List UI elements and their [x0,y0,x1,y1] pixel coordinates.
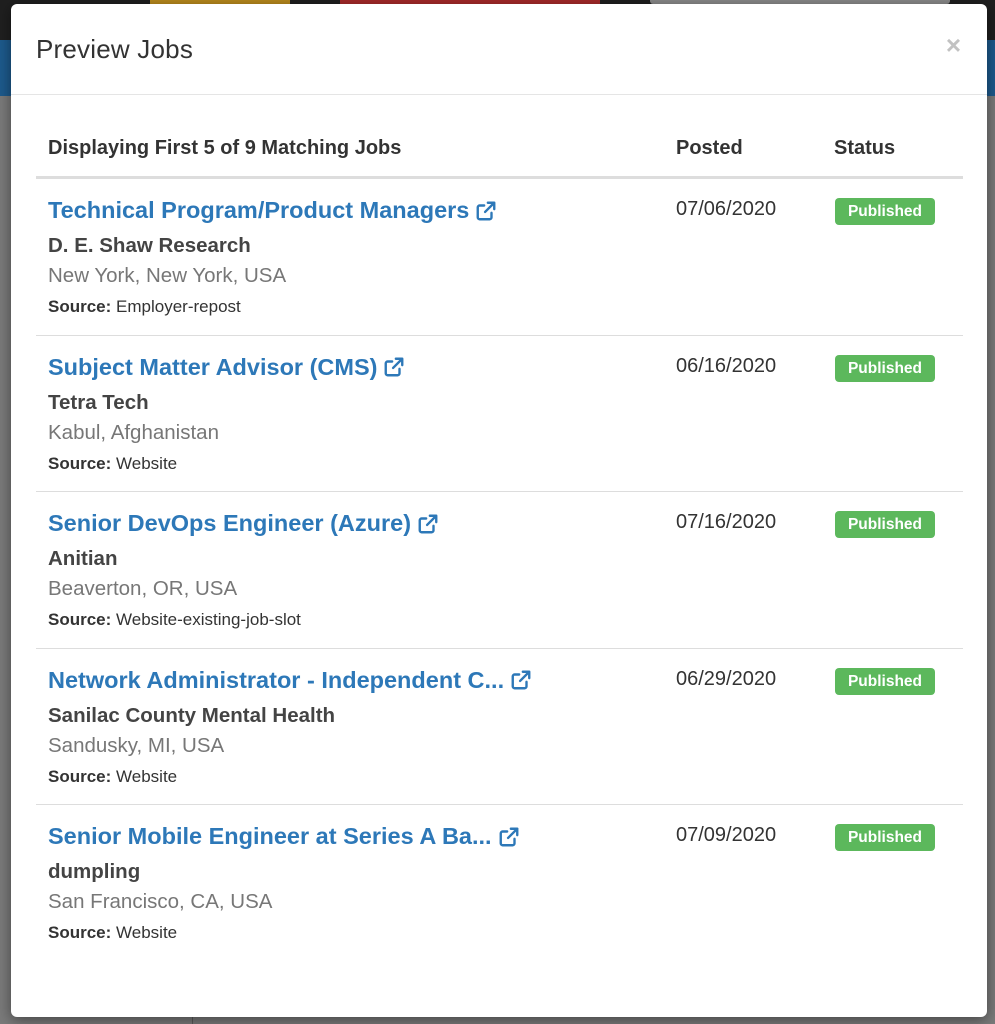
status-badge: Published [835,667,935,695]
status-badge: Published [835,511,935,538]
source-label: Source: [48,453,112,473]
company-name: Tetra Tech [48,390,149,414]
job-title-text: Network Administrator - Independent C... [48,666,505,693]
table-row: Network Administrator - Independent C...… [36,649,963,805]
source-label: Source: [48,923,112,942]
jobs-table: Displaying First 5 of 9 Matching Jobs Po… [36,125,963,962]
external-link-icon[interactable] [475,200,497,222]
job-title-text: Senior DevOps Engineer (Azure) [48,510,412,536]
external-link-icon[interactable] [498,826,520,848]
external-link-icon[interactable] [510,669,532,691]
job-source: Source: Website [48,923,177,943]
status-badge: Published [835,354,935,382]
external-link-icon[interactable] [383,356,405,378]
table-header: Displaying First 5 of 9 Matching Jobs Po… [36,125,963,179]
job-source: Source: Website-existing-job-slot [48,610,301,630]
company-name: dumpling [48,860,141,883]
external-link-icon[interactable] [417,513,439,535]
job-title-link[interactable]: Technical Program/Product Managers [48,197,497,224]
job-title-link[interactable]: Subject Matter Advisor (CMS) [48,354,405,381]
source-label: Source: [48,766,112,786]
table-row: Senior Mobile Engineer at Series A Ba...… [36,805,963,962]
table-row: Technical Program/Product Managers D. E.… [36,179,963,336]
source-label: Source: [48,297,112,316]
job-title-link[interactable]: Network Administrator - Independent C... [48,667,532,694]
column-header-posted: Posted [676,137,743,159]
job-title-text: Senior Mobile Engineer at Series A Ba... [48,823,492,849]
modal-header: Preview Jobs × [11,4,987,95]
source-value: Website [116,923,178,942]
job-location: Kabul, Afghanistan [48,420,219,444]
job-location: Sandusky, MI, USA [48,733,225,757]
job-title-text: Technical Program/Product Managers [48,197,470,223]
status-badge: Published [835,198,935,225]
column-header-status: Status [834,137,896,159]
company-name: Anitian [48,547,118,570]
column-header-title: Displaying First 5 of 9 Matching Jobs [48,137,402,159]
job-location: San Francisco, CA, USA [48,890,273,913]
status-badge: Published [835,824,935,851]
posted-date: 06/29/2020 [676,667,777,690]
close-icon[interactable]: × [946,32,961,58]
company-name: D. E. Shaw Research [48,234,251,257]
source-value: Website-existing-job-slot [116,610,301,629]
job-title-link[interactable]: Senior DevOps Engineer (Azure) [48,510,439,537]
source-label: Source: [48,610,112,629]
table-row: Subject Matter Advisor (CMS) Tetra Tech … [36,336,963,492]
job-source: Source: Website [48,454,177,474]
posted-date: 06/16/2020 [676,354,777,377]
job-location: Beaverton, OR, USA [48,577,238,600]
source-value: Website [116,453,178,473]
job-title-text: Subject Matter Advisor (CMS) [48,353,378,380]
table-row: Senior DevOps Engineer (Azure) Anitian B… [36,492,963,649]
company-name: Sanilac County Mental Health [48,703,336,727]
preview-jobs-modal: Preview Jobs × Displaying First 5 of 9 M… [11,4,987,1017]
posted-date: 07/06/2020 [676,198,777,220]
job-title-link[interactable]: Senior Mobile Engineer at Series A Ba... [48,823,520,850]
job-location: New York, New York, USA [48,264,287,287]
job-source: Source: Employer-repost [48,297,241,317]
posted-date: 07/09/2020 [676,824,777,846]
source-value: Website [116,766,178,786]
job-source: Source: Website [48,767,177,787]
modal-title: Preview Jobs [36,34,194,64]
source-value: Employer-repost [116,297,241,316]
posted-date: 07/16/2020 [676,511,777,533]
